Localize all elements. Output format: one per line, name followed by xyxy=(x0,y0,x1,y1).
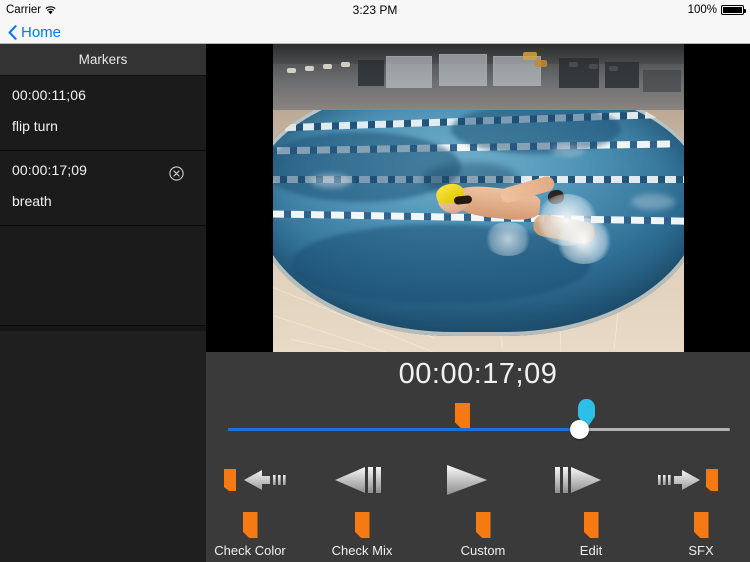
bars-arrow-right-flag-icon xyxy=(656,464,722,496)
marker-button-custom[interactable]: Custom xyxy=(429,508,537,562)
circle-x-icon[interactable] xyxy=(169,166,184,181)
orange-flag-icon xyxy=(242,512,258,538)
scrubber-thumb[interactable] xyxy=(570,420,589,439)
battery-percent-label: 100% xyxy=(687,4,717,16)
video-frame xyxy=(273,44,684,352)
status-bar: Carrier 3:23 PM 100% xyxy=(0,0,750,20)
marker-button-sfx[interactable]: SFX xyxy=(647,508,750,562)
markers-header: Markers xyxy=(0,44,206,76)
marker-button-label: Edit xyxy=(579,543,603,558)
marker-list-item-1[interactable]: 00:00:11;06 flip turn xyxy=(0,76,206,151)
orange-flag-icon xyxy=(583,512,599,538)
bars-arrow-right-icon xyxy=(551,464,603,496)
play-icon xyxy=(443,462,491,498)
marker-button-check-mix[interactable]: Check Mix xyxy=(308,508,416,562)
markers-empty-row xyxy=(0,226,206,326)
marker-timecode: 00:00:11;06 xyxy=(12,87,87,103)
orange-flag-icon xyxy=(354,512,370,538)
status-bar-right: 100% xyxy=(687,0,746,20)
timeline-marker-flag[interactable] xyxy=(455,403,470,429)
marker-timecode: 00:00:17;09 xyxy=(12,162,88,178)
next-marker-button[interactable] xyxy=(640,456,738,504)
app-root: Carrier 3:23 PM 100% Home Markers 00:00:… xyxy=(0,0,750,562)
current-timecode: 00:00:17;09 xyxy=(398,358,558,390)
arrow-left-bars-icon xyxy=(333,464,385,496)
nav-bar: Home xyxy=(0,20,750,44)
step-backward-button[interactable] xyxy=(310,456,408,504)
marker-button-label: Custom xyxy=(460,543,506,558)
video-stage[interactable] xyxy=(206,44,750,352)
transport-controls xyxy=(206,456,750,504)
markers-empty-area xyxy=(0,331,206,562)
scrubber[interactable] xyxy=(206,399,750,446)
swimmer xyxy=(434,174,613,269)
marker-button-label: Check Mix xyxy=(331,543,393,558)
previous-marker-button[interactable] xyxy=(206,456,304,504)
step-forward-button[interactable] xyxy=(528,456,626,504)
markers-sidebar: Markers 00:00:11;06 flip turn 00:00:17;0… xyxy=(0,44,206,562)
marker-buttons: Check Color Check Mix Custom Edit SFX xyxy=(206,508,750,562)
orange-flag-icon xyxy=(693,512,709,538)
marker-button-label: Check Color xyxy=(214,543,286,558)
marker-label: breath xyxy=(12,193,52,209)
orange-flag-icon xyxy=(475,512,491,538)
player-controls: 00:00:17;09 Check Color Check Mix Custom… xyxy=(206,352,750,562)
battery-full-icon xyxy=(721,5,746,15)
building-facade xyxy=(273,44,684,110)
marker-button-label: SFX xyxy=(688,543,714,558)
marker-label: flip turn xyxy=(12,118,58,134)
chevron-left-icon xyxy=(8,24,17,40)
marker-button-edit[interactable]: Edit xyxy=(537,508,645,562)
marker-button-check-color[interactable]: Check Color xyxy=(196,508,304,562)
status-bar-time: 3:23 PM xyxy=(352,3,398,17)
play-button[interactable] xyxy=(418,456,516,504)
flag-arrow-left-icon xyxy=(222,464,288,496)
scrubber-fill xyxy=(228,428,580,431)
back-button[interactable]: Home xyxy=(8,20,61,44)
marker-list-item-2[interactable]: 00:00:17;09 breath xyxy=(0,151,206,226)
back-button-label: Home xyxy=(21,23,62,41)
